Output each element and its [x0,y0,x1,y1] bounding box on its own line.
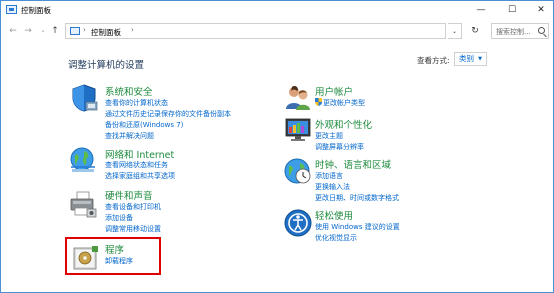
close-button[interactable]: ✕ [527,1,553,19]
category-title-clock[interactable]: 时钟、语言和区域 [315,157,391,171]
recent-locations-button[interactable]: ⌄ [37,24,49,38]
navigation-bar: ← → ⌄ ↑ › 控制面板 › ⌄ ↻ 搜索控制... [1,20,553,42]
link-mobility-settings[interactable]: 调整常用移动设置 [105,224,161,234]
category-title-hardware[interactable]: 硬件和声音 [105,188,153,202]
back-button[interactable]: ← [7,24,19,38]
link-file-history-backup[interactable]: 通过文件历史记录保存你的文件备份副本 [105,109,231,119]
category-title-user-accounts[interactable]: 用户帐户 [315,84,353,98]
minimize-button[interactable]: — [467,1,495,19]
link-view-computer-status[interactable]: 查看你的计算机状态 [105,98,168,108]
accessibility-icon[interactable] [283,208,313,238]
link-homegroup-sharing[interactable]: 选择家庭组和共享选项 [105,171,175,181]
category-title-ease[interactable]: 轻松使用 [315,208,353,222]
title-bar: 控制面板 — ☐ ✕ [1,1,553,19]
link-optimize-visual[interactable]: 优化视觉显示 [315,233,357,243]
chevron-down-icon: ▼ [478,56,482,62]
link-troubleshoot[interactable]: 查找并解决问题 [105,131,154,141]
breadcrumb-separator-icon[interactable]: › [83,26,86,34]
address-bar[interactable]: › 控制面板 › [65,23,446,39]
link-add-device[interactable]: 添加设备 [105,213,133,223]
shield-icon[interactable] [69,83,99,113]
forward-button[interactable]: → [22,24,34,38]
control-panel-icon [70,27,80,35]
link-date-time-format[interactable]: 更改日期、时间或数字格式 [315,193,399,203]
link-recommended-settings[interactable]: 使用 Windows 建议的设置 [315,222,400,232]
control-panel-window: 控制面板 — ☐ ✕ ← → ⌄ ↑ › 控制面板 › ⌄ ↻ 搜索控制... … [0,0,554,293]
main-content: 调整计算机的设置 查看方式: 类别 ▼ 系统和安全 查看你的计算机状态 通过文件… [1,43,553,292]
search-icon[interactable] [538,27,545,34]
link-change-account-type[interactable]: 更改帐户类型 [315,98,365,108]
category-title-network[interactable]: 网络和 Internet [105,147,174,161]
category-title-system-security[interactable]: 系统和安全 [105,84,153,98]
view-by-dropdown[interactable]: 类别 ▼ [454,52,487,66]
window-title: 控制面板 [21,6,51,15]
link-devices-printers[interactable]: 查看设备和打印机 [105,202,161,212]
monitor-palette-icon[interactable] [283,115,313,145]
search-placeholder: 搜索控制... [496,28,531,36]
page-title: 调整计算机的设置 [68,60,145,71]
search-input[interactable]: 搜索控制... [491,23,549,39]
programs-highlight-box [65,237,161,275]
refresh-button[interactable]: ↻ [468,23,482,39]
category-title-appearance[interactable]: 外观和个性化 [315,117,372,131]
uac-shield-icon [315,98,322,106]
clock-globe-icon[interactable] [283,156,313,186]
link-screen-resolution[interactable]: 调整屏幕分辨率 [315,142,364,152]
view-by-label: 查看方式: [417,56,450,65]
printer-icon[interactable] [68,189,98,219]
link-backup-restore[interactable]: 备份和还原(Windows 7) [105,120,183,130]
link-network-status[interactable]: 查看网络状态和任务 [105,160,168,170]
maximize-button[interactable]: ☐ [498,1,526,19]
control-panel-app-icon [6,5,17,14]
link-change-account-type-label: 更改帐户类型 [323,99,365,107]
link-change-input-method[interactable]: 更换输入法 [315,182,350,192]
link-add-language[interactable]: 添加语言 [315,171,343,181]
globe-icon[interactable] [68,145,98,175]
link-change-theme[interactable]: 更改主题 [315,131,343,141]
users-icon[interactable] [283,83,313,113]
breadcrumb-control-panel[interactable]: 控制面板 [91,27,121,38]
view-by-value: 类别 [459,54,474,63]
up-button[interactable]: ↑ [49,24,61,38]
address-dropdown-button[interactable]: ⌄ [448,23,462,39]
breadcrumb-separator-icon[interactable]: › [131,26,134,34]
